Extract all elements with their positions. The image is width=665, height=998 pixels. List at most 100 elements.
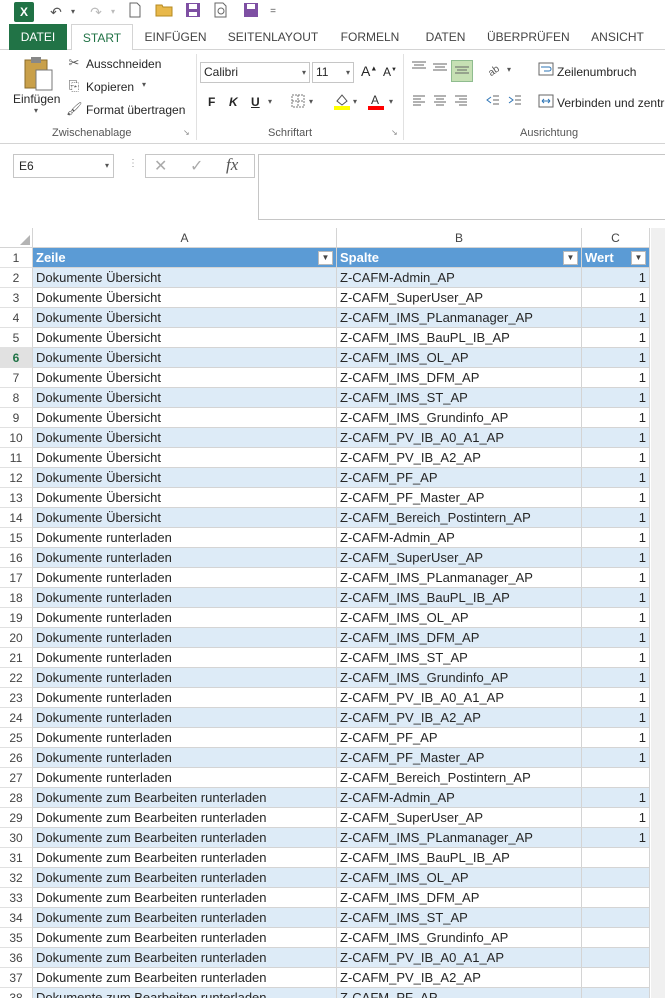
- cell-spalte[interactable]: Z-CAFM_IMS_OL_AP: [337, 608, 582, 628]
- cell-spalte[interactable]: Z-CAFM_PV_IB_A0_A1_AP: [337, 428, 582, 448]
- row-number[interactable]: 8: [0, 388, 33, 408]
- borders-dropdown-icon[interactable]: ▾: [309, 97, 313, 106]
- cell-spalte[interactable]: Z-CAFM_IMS_OL_AP: [337, 348, 582, 368]
- header-cell-zeile[interactable]: Zeile ▼: [33, 248, 337, 268]
- cell-spalte[interactable]: Z-CAFM_PV_IB_A2_AP: [337, 448, 582, 468]
- row-number[interactable]: 16: [0, 548, 33, 568]
- select-all-corner[interactable]: [0, 228, 33, 248]
- tab-datei[interactable]: DATEI: [9, 24, 67, 50]
- row-number[interactable]: 10: [0, 428, 33, 448]
- name-box[interactable]: E6 ▾: [13, 154, 114, 178]
- underline-dropdown-icon[interactable]: ▾: [268, 97, 272, 106]
- cell-zeile[interactable]: Dokumente runterladen: [33, 768, 337, 788]
- cell-zeile[interactable]: Dokumente Übersicht: [33, 468, 337, 488]
- cell-wert[interactable]: [582, 948, 650, 968]
- cell-spalte[interactable]: Z-CAFM_IMS_BauPL_IB_AP: [337, 328, 582, 348]
- cell-spalte[interactable]: Z-CAFM_IMS_DFM_AP: [337, 368, 582, 388]
- orientation-icon[interactable]: ab: [485, 60, 507, 82]
- vertical-scrollbar[interactable]: [651, 228, 665, 998]
- cell-spalte[interactable]: Z-CAFM_IMS_PLanmanager_AP: [337, 828, 582, 848]
- merge-center-button[interactable]: Verbinden und zentr: [557, 96, 664, 110]
- cell-spalte[interactable]: Z-CAFM_IMS_Grundinfo_AP: [337, 668, 582, 688]
- cell-wert[interactable]: [582, 968, 650, 988]
- cell-zeile[interactable]: Dokumente runterladen: [33, 588, 337, 608]
- cell-wert[interactable]: 1: [582, 328, 650, 348]
- row-number[interactable]: 38: [0, 988, 33, 998]
- row-number[interactable]: 3: [0, 288, 33, 308]
- align-bottom-icon[interactable]: [451, 60, 473, 82]
- copy-dropdown-icon[interactable]: ▾: [142, 80, 146, 89]
- filter-dropdown-icon[interactable]: ▼: [563, 251, 578, 265]
- cell-wert[interactable]: 1: [582, 568, 650, 588]
- open-folder-icon[interactable]: [154, 2, 174, 22]
- cell-wert[interactable]: 1: [582, 368, 650, 388]
- row-number[interactable]: 5: [0, 328, 33, 348]
- cell-spalte[interactable]: Z-CAFM_IMS_Grundinfo_AP: [337, 408, 582, 428]
- row-number[interactable]: 29: [0, 808, 33, 828]
- increase-indent-icon[interactable]: [507, 94, 523, 109]
- cell-zeile[interactable]: Dokumente zum Bearbeiten runterladen: [33, 808, 337, 828]
- cell-spalte[interactable]: Z-CAFM_IMS_OL_AP: [337, 868, 582, 888]
- cell-wert[interactable]: 1: [582, 308, 650, 328]
- borders-icon[interactable]: [289, 94, 307, 111]
- font-name-select[interactable]: Calibri ▾: [200, 62, 310, 83]
- cell-spalte[interactable]: Z-CAFM_PF_AP: [337, 988, 582, 998]
- font-color-icon[interactable]: A: [367, 92, 385, 113]
- cell-wert[interactable]: 1: [582, 288, 650, 308]
- clipboard-launcher-icon[interactable]: ↘: [183, 128, 190, 137]
- align-top-icon[interactable]: [409, 60, 429, 82]
- cell-zeile[interactable]: Dokumente runterladen: [33, 748, 337, 768]
- cell-zeile[interactable]: Dokumente runterladen: [33, 688, 337, 708]
- cell-zeile[interactable]: Dokumente zum Bearbeiten runterladen: [33, 868, 337, 888]
- cell-wert[interactable]: 1: [582, 508, 650, 528]
- cell-wert[interactable]: 1: [582, 688, 650, 708]
- paste-dropdown-icon[interactable]: ▾: [34, 106, 38, 115]
- row-number[interactable]: 33: [0, 888, 33, 908]
- align-center-icon[interactable]: [432, 94, 448, 109]
- undo-icon[interactable]: ↶: [46, 2, 66, 22]
- cell-zeile[interactable]: Dokumente Übersicht: [33, 508, 337, 528]
- cell-wert[interactable]: 1: [582, 648, 650, 668]
- cell-zeile[interactable]: Dokumente Übersicht: [33, 348, 337, 368]
- cell-wert[interactable]: 1: [582, 788, 650, 808]
- tab-daten[interactable]: DATEN: [418, 24, 473, 50]
- grow-font-icon[interactable]: A▲: [361, 63, 377, 79]
- column-header-a[interactable]: A: [33, 228, 337, 248]
- row-number[interactable]: 25: [0, 728, 33, 748]
- cell-wert[interactable]: 1: [582, 488, 650, 508]
- cell-spalte[interactable]: Z-CAFM_PV_IB_A0_A1_AP: [337, 688, 582, 708]
- cell-zeile[interactable]: Dokumente zum Bearbeiten runterladen: [33, 828, 337, 848]
- row-number[interactable]: 4: [0, 308, 33, 328]
- cell-spalte[interactable]: Z-CAFM_IMS_PLanmanager_AP: [337, 568, 582, 588]
- tab-start[interactable]: START: [71, 24, 133, 51]
- row-number[interactable]: 32: [0, 868, 33, 888]
- cell-zeile[interactable]: Dokumente Übersicht: [33, 448, 337, 468]
- format-painter-button[interactable]: Format übertragen: [86, 103, 185, 117]
- cell-spalte[interactable]: Z-CAFM_IMS_DFM_AP: [337, 888, 582, 908]
- cell-wert[interactable]: [582, 848, 650, 868]
- tab-formeln[interactable]: FORMELN: [336, 24, 404, 50]
- custom-save-icon[interactable]: [242, 2, 260, 22]
- cell-zeile[interactable]: Dokumente runterladen: [33, 648, 337, 668]
- cell-spalte[interactable]: Z-CAFM_PF_Master_AP: [337, 748, 582, 768]
- cell-zeile[interactable]: Dokumente zum Bearbeiten runterladen: [33, 908, 337, 928]
- cell-spalte[interactable]: Z-CAFM_IMS_PLanmanager_AP: [337, 308, 582, 328]
- cell-zeile[interactable]: Dokumente Übersicht: [33, 268, 337, 288]
- cell-zeile[interactable]: Dokumente runterladen: [33, 568, 337, 588]
- cell-spalte[interactable]: Z-CAFM-Admin_AP: [337, 528, 582, 548]
- header-cell-wert[interactable]: Wert ▼: [582, 248, 650, 268]
- align-middle-icon[interactable]: [430, 60, 450, 82]
- cell-wert[interactable]: [582, 768, 650, 788]
- cell-zeile[interactable]: Dokumente zum Bearbeiten runterladen: [33, 848, 337, 868]
- cell-wert[interactable]: 1: [582, 448, 650, 468]
- cell-spalte[interactable]: Z-CAFM_IMS_ST_AP: [337, 908, 582, 928]
- filter-dropdown-icon[interactable]: ▼: [631, 251, 646, 265]
- wrap-text-button[interactable]: Zeilenumbruch: [557, 65, 636, 79]
- cell-wert[interactable]: 1: [582, 588, 650, 608]
- cut-button[interactable]: Ausschneiden: [86, 57, 161, 71]
- cell-wert[interactable]: [582, 908, 650, 928]
- cell-zeile[interactable]: Dokumente Übersicht: [33, 328, 337, 348]
- cell-wert[interactable]: 1: [582, 388, 650, 408]
- orientation-dropdown-icon[interactable]: ▾: [507, 65, 511, 74]
- save-icon[interactable]: [184, 2, 202, 22]
